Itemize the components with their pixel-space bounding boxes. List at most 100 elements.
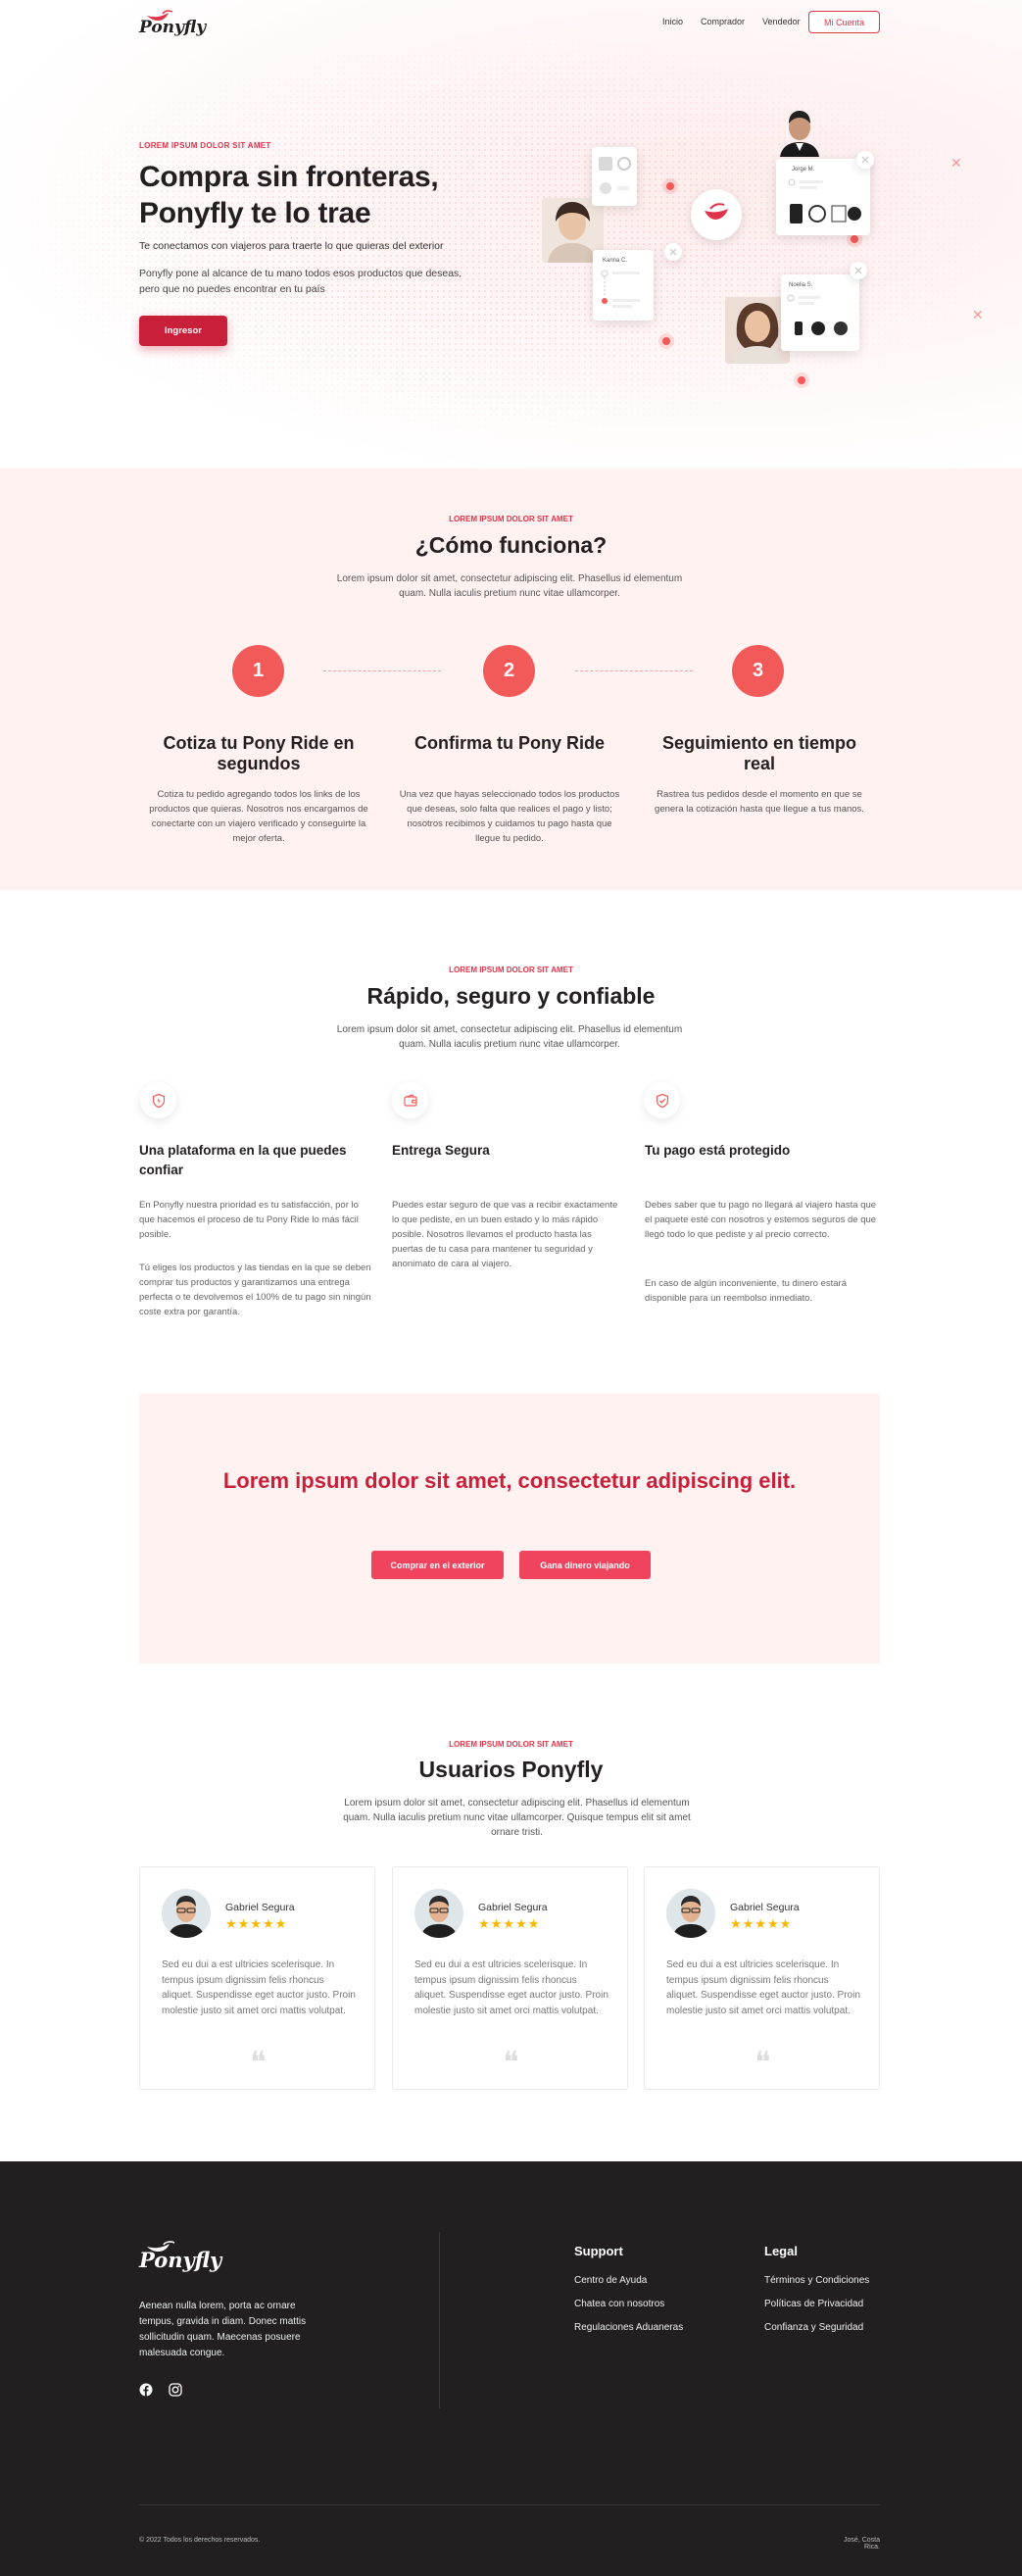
step-number-2: 2: [483, 645, 535, 697]
testimonial-name: Gabriel Segura: [225, 1902, 295, 1913]
x-mark-icon: ✕: [950, 155, 962, 171]
hero-cta-button[interactable]: Ingresor: [139, 316, 227, 346]
avatar: [666, 1889, 715, 1938]
step-title-3: Seguimiento en tiempo real: [661, 733, 857, 773]
earn-traveling-button[interactable]: Gana dinero viajando: [519, 1551, 651, 1579]
quote-icon: ❝: [503, 2046, 519, 2080]
traveler-card: [592, 147, 637, 206]
features-eyebrow: LOREM IPSUM DOLOR SIT AMET: [449, 966, 573, 974]
header-logo[interactable]: Ponyfly: [139, 10, 206, 37]
avatar: [414, 1889, 463, 1938]
hero-description: Ponyfly pone al alcance de tu mano todos…: [139, 268, 462, 295]
hero-eyebrow: LOREM IPSUM DOLOR SIT AMET: [139, 141, 271, 150]
account-button[interactable]: Mi Cuenta: [808, 11, 880, 33]
footer-description: Aenean nulla lorem, porta ac ornare temp…: [139, 2301, 307, 2358]
testimonial-card: Gabriel Segura ★★★★★ Sed eu dui a est ul…: [392, 1866, 628, 2090]
testimonial-text: Sed eu dui a est ultricies scelerisque. …: [414, 1959, 608, 2016]
footer-link-privacy[interactable]: Políticas de Privacidad: [764, 2299, 863, 2309]
feature-title-3: Tu pago está protegido: [645, 1143, 791, 1158]
quote-icon: ❝: [754, 2046, 771, 2080]
feature-text-3a: Debes saber que tu pago no llegará al vi…: [645, 1200, 877, 1240]
hero-subtitle: Te conectamos con viajeros para traerte …: [139, 240, 444, 252]
features-title: Rápido, seguro y confiable: [366, 983, 656, 1009]
cta-banner: Lorem ipsum dolor sit amet, consectetur …: [139, 1394, 880, 1663]
footer-link-chat[interactable]: Chatea con nosotros: [574, 2299, 664, 2309]
footer-link-trust[interactable]: Confianza y Seguridad: [764, 2322, 863, 2333]
footer-location: José, Costa Rica.: [844, 2537, 880, 2551]
map-pin: [798, 376, 805, 384]
feature-title-1: Una plataforma en la que puedes confiar: [139, 1143, 347, 1177]
site-header: Ponyfly Inicio Comprador Vendedor Mi Cue…: [0, 0, 1022, 47]
x-mark-icon: ✕: [972, 307, 984, 322]
feature-text-2a: Puedes estar seguro de que vas a recibir…: [392, 1200, 618, 1269]
traveler-name: Jorge M.: [792, 167, 815, 173]
step-connector: [575, 670, 693, 671]
footer-link-customs[interactable]: Regulaciones Aduaneras: [574, 2322, 683, 2333]
testimonial-name: Gabriel Segura: [478, 1902, 548, 1913]
step-text-3: Rastrea tus pedidos desde el momento en …: [655, 789, 864, 815]
hero-section: LOREM IPSUM DOLOR SIT AMET Compra sin fr…: [0, 0, 1022, 469]
step-connector: [323, 670, 441, 671]
footer-separator: [139, 2504, 880, 2505]
traveler-name: Karina C.: [603, 258, 628, 264]
footer-link-terms[interactable]: Términos y Condiciones: [764, 2275, 869, 2286]
footer-link-help-center[interactable]: Centro de Ayuda: [574, 2275, 647, 2286]
site-footer: Ponyfly Aenean nulla lorem, porta ac orn…: [0, 2161, 1022, 2576]
rating-stars: ★★★★★: [225, 1916, 288, 1931]
map-pin: [662, 337, 670, 345]
testimonial-text: Sed eu dui a est ultricies scelerisque. …: [162, 1959, 356, 2016]
footer-logo[interactable]: Ponyfly: [139, 2248, 221, 2272]
main-nav: Inicio Comprador Vendedor: [662, 17, 801, 26]
facebook-icon[interactable]: [139, 2383, 153, 2397]
traveler-name: Noelia S.: [789, 282, 813, 288]
testimonial-name: Gabriel Segura: [730, 1902, 800, 1913]
step-number-3: 3: [732, 645, 784, 697]
step-number-1: 1: [232, 645, 284, 697]
testimonial-card: Gabriel Segura ★★★★★ Sed eu dui a est ul…: [139, 1866, 375, 2090]
ponyfly-logo-badge: [691, 189, 742, 240]
how-eyebrow: LOREM IPSUM DOLOR SIT AMET: [449, 515, 573, 523]
quote-icon: ❝: [250, 2046, 267, 2080]
rating-stars: ★★★★★: [730, 1916, 793, 1931]
how-title: ¿Cómo funciona?: [414, 532, 608, 558]
footer-copyright: © 2022 Todos los derechos reservados.: [139, 2537, 261, 2544]
features-description: Lorem ipsum dolor sit amet, consectetur …: [336, 1024, 683, 1050]
traveler-card-noelia: Noelia S.: [781, 274, 859, 351]
logo-wordmark: Ponyfly: [139, 18, 207, 37]
step-title-1: Cotiza tu Pony Ride en segundos: [163, 733, 355, 773]
testimonial-card: Gabriel Segura ★★★★★ Sed eu dui a est ul…: [644, 1866, 880, 2090]
feature-text-1b: Tú eliges los productos y las tiendas en…: [139, 1263, 371, 1317]
instagram-icon[interactable]: [169, 2383, 182, 2397]
step-text-1: Cotiza tu pedido agregando todos los lin…: [149, 789, 368, 844]
shield-lightning-icon: [140, 1082, 176, 1118]
map-pin: [851, 235, 858, 243]
feature-text-3b: En caso de algún inconveniente, tu diner…: [645, 1278, 847, 1304]
testimonials-title: Usuarios Ponyfly: [418, 1757, 604, 1782]
nav-item-vendedor[interactable]: Vendedor: [762, 17, 801, 26]
close-icon: [850, 262, 867, 279]
cta-title: Lorem ipsum dolor sit amet, consectetur …: [222, 1468, 797, 1493]
hero-title: Compra sin fronteras, Ponyfly te lo trae: [139, 161, 439, 229]
testimonials-description: Lorem ipsum dolor sit amet, consectetur …: [343, 1798, 691, 1838]
nav-item-comprador[interactable]: Comprador: [701, 17, 745, 26]
how-it-works-section: LOREM IPSUM DOLOR SIT AMET ¿Cómo funcion…: [0, 469, 1022, 890]
rating-stars: ★★★★★: [478, 1916, 541, 1931]
close-icon: [664, 243, 682, 261]
buy-abroad-button[interactable]: Comprar en el exterior: [371, 1551, 504, 1579]
step-title-2: Confirma tu Pony Ride: [414, 733, 605, 753]
traveler-photo-man: [778, 108, 821, 157]
shield-check-icon: [644, 1082, 680, 1118]
footer-heading-legal: Legal: [764, 2244, 798, 2258]
map-pin: [666, 182, 674, 190]
traveler-card-karina: Karina C.: [593, 250, 654, 321]
testimonial-text: Sed eu dui a est ultricies scelerisque. …: [666, 1959, 860, 2016]
close-icon: [856, 151, 874, 169]
avatar: [162, 1889, 211, 1938]
wallet-icon: [392, 1082, 428, 1118]
world-map-dots: [0, 29, 1022, 441]
traveler-card-jorge: Jorge M.: [776, 159, 870, 235]
footer-heading-support: Support: [574, 2244, 623, 2258]
step-text-2: Una vez que hayas seleccionado todos los…: [399, 789, 620, 844]
nav-item-inicio[interactable]: Inicio: [662, 17, 683, 26]
footer-divider: [439, 2232, 440, 2408]
